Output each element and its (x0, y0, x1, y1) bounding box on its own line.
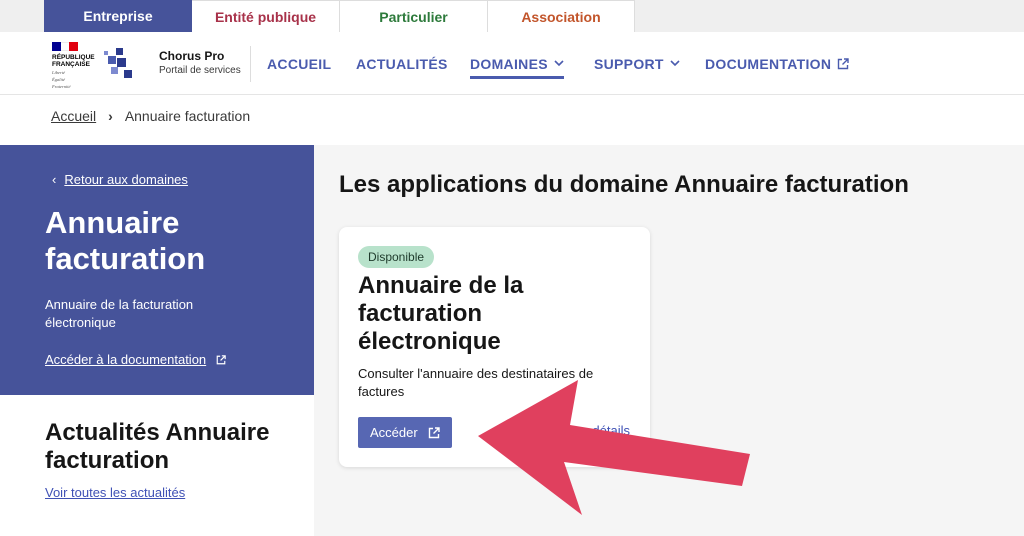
audience-tab-entite-publique[interactable]: Entité publique (192, 0, 340, 32)
brand-subtitle: Portail de services (159, 65, 241, 76)
breadcrumb: Accueil › Annuaire facturation (51, 108, 250, 124)
french-flag-icon (52, 42, 79, 51)
rf-motto-line: Fraternité (52, 84, 71, 89)
main-content: Les applications du domaine Annuaire fac… (314, 145, 1024, 536)
nav-actualites[interactable]: ACTUALITÉS (356, 32, 448, 95)
audience-tab-label: Particulier (379, 8, 448, 25)
details-link[interactable]: détails (592, 423, 630, 438)
site-header: RÉPUBLIQUE FRANÇAISE Liberté Égalité Fra… (0, 32, 1024, 95)
nav-domaines[interactable]: DOMAINES (470, 32, 564, 95)
nav-support[interactable]: SUPPORT (594, 32, 680, 95)
domain-side-panel: ‹ Retour aux domaines Annuaire facturati… (0, 145, 314, 395)
nav-label: ACCUEIL (267, 55, 332, 72)
status-badge: Disponible (358, 246, 435, 268)
external-link-icon (838, 57, 849, 69)
rf-motto-line: Égalité (52, 77, 65, 82)
acceder-button-label: Accéder (370, 425, 418, 440)
rf-name-line: RÉPUBLIQUE (52, 54, 95, 61)
domain-title: Annuaire facturation (45, 205, 206, 276)
republique-francaise-logo[interactable]: RÉPUBLIQUE FRANÇAISE Liberté Égalité Fra… (52, 42, 96, 89)
news-section-title: Actualités Annuaire facturation (45, 419, 270, 474)
audience-tab-label: Association (521, 8, 601, 25)
breadcrumb-home-link[interactable]: Accueil (51, 108, 96, 124)
domain-description: Annuaire de la facturation électronique (45, 297, 194, 330)
chevron-left-icon: ‹ (52, 172, 57, 187)
nav-documentation[interactable]: DOCUMENTATION (705, 32, 849, 95)
chevron-down-icon (554, 60, 564, 67)
audience-tab-bar: Entreprise Entité publique Particulier A… (0, 0, 1024, 32)
audience-tab-label: Entreprise (83, 8, 153, 24)
brand[interactable]: Chorus Pro Portail de services (159, 49, 241, 76)
back-to-domains-link[interactable]: ‹ Retour aux domaines (52, 172, 188, 187)
chevron-down-icon (670, 60, 680, 67)
back-link-label: Retour aux domaines (64, 172, 188, 187)
audience-tab-particulier[interactable]: Particulier (340, 0, 488, 32)
documentation-link[interactable]: Accéder à la documentation (45, 352, 226, 367)
application-title: Annuaire de la facturation électronique (358, 272, 524, 355)
application-description: Consulter l'annuaire des destinataires d… (358, 366, 594, 399)
brand-name: Chorus Pro (159, 49, 225, 63)
external-link-icon (216, 354, 226, 364)
nav-accueil[interactable]: ACCUEIL (267, 32, 331, 95)
header-divider (250, 46, 251, 82)
rf-motto-line: Liberté (52, 70, 65, 75)
nav-label: SUPPORT (594, 55, 664, 72)
acceder-button[interactable]: Accéder (358, 417, 452, 448)
chorus-pro-logo-icon (104, 48, 132, 78)
nav-label: DOMAINES (470, 55, 548, 72)
breadcrumb-separator: › (108, 108, 113, 124)
nav-label: DOCUMENTATION (705, 55, 832, 72)
audience-tab-entreprise[interactable]: Entreprise (44, 0, 192, 32)
documentation-link-label: Accéder à la documentation (45, 352, 207, 367)
external-link-icon (428, 426, 440, 438)
breadcrumb-current: Annuaire facturation (124, 108, 251, 124)
all-news-link[interactable]: Voir toutes les actualités (45, 485, 185, 500)
audience-tab-label: Entité publique (214, 8, 317, 25)
audience-tab-association[interactable]: Association (488, 0, 635, 32)
page-title: Les applications du domaine Annuaire fac… (339, 171, 909, 198)
rf-name-line: FRANÇAISE (52, 61, 90, 68)
application-card: Disponible Annuaire de la facturation él… (339, 227, 650, 467)
nav-label: ACTUALITÉS (356, 55, 448, 72)
